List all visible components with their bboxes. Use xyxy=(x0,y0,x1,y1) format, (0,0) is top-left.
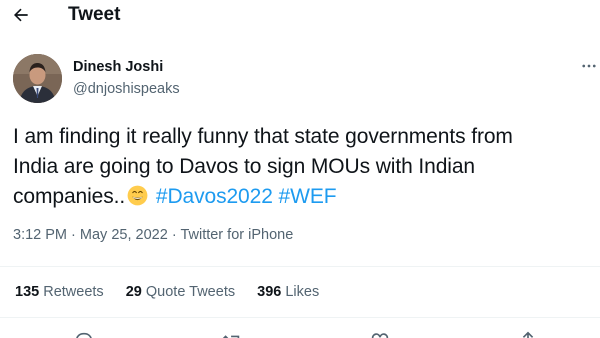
retweets-label: Retweets xyxy=(43,284,104,300)
reply-button[interactable] xyxy=(73,330,95,338)
quote-tweets-label: Quote Tweets xyxy=(145,284,236,300)
meta-separator: · xyxy=(71,227,76,243)
divider xyxy=(0,266,600,267)
like-button[interactable] xyxy=(369,330,391,338)
like-icon xyxy=(371,333,389,338)
hashtag-link[interactable]: #Davos2022 xyxy=(156,185,273,208)
arrow-left-icon xyxy=(14,8,28,22)
retweets-count: 135 xyxy=(15,284,40,300)
likes-label: Likes xyxy=(285,284,320,300)
tweet-time[interactable]: 3:12 PM xyxy=(13,227,67,243)
tweet-text-line: India are going to Davos to sign MOUs wi… xyxy=(13,155,476,178)
likes-stat[interactable]: 396 Likes xyxy=(257,284,319,300)
tweet-page: Tweet Dinesh Joshi @dnjoshispeaks I am f… xyxy=(0,0,600,338)
tweet-text: I am finding it really funny that state … xyxy=(13,122,598,212)
retweets-stat[interactable]: 135 Retweets xyxy=(15,284,104,300)
quote-tweets-stat[interactable]: 29 Quote Tweets xyxy=(126,284,235,300)
tweet-meta: 3:12 PM · May 25, 2022 · Twitter for iPh… xyxy=(13,227,293,243)
more-options-button[interactable] xyxy=(578,55,600,77)
tweet-date[interactable]: May 25, 2022 xyxy=(80,227,168,243)
grinning-face-emoji xyxy=(127,185,148,206)
tweet-text-line: companies.. #Davos2022 #WEF xyxy=(13,182,598,212)
tweet-text-line: I am finding it really funny that state … xyxy=(13,125,513,148)
retweet-icon xyxy=(222,335,240,338)
action-bar xyxy=(0,326,600,338)
avatar[interactable] xyxy=(13,54,62,103)
meta-separator: · xyxy=(171,227,177,243)
author-handle[interactable]: @dnjoshispeaks xyxy=(73,81,180,97)
share-button[interactable] xyxy=(517,330,539,338)
likes-count: 396 xyxy=(257,284,282,300)
tweet-stats: 135 Retweets 29 Quote Tweets 396 Likes xyxy=(15,284,337,300)
divider xyxy=(0,317,600,318)
retweet-button[interactable] xyxy=(221,330,243,338)
more-horizontal-icon xyxy=(582,64,596,68)
back-button[interactable] xyxy=(8,2,34,28)
reply-icon xyxy=(76,332,92,338)
tweet-text-segment: companies.. xyxy=(13,185,126,208)
quote-tweets-count: 29 xyxy=(125,284,142,300)
profile-photo xyxy=(13,54,62,103)
tweet-source[interactable]: Twitter for iPhone xyxy=(180,227,293,243)
page-title: Tweet xyxy=(68,4,121,25)
header: Tweet xyxy=(0,0,600,34)
share-icon xyxy=(522,331,534,338)
hashtag-link[interactable]: #WEF xyxy=(279,185,337,208)
author-display-name[interactable]: Dinesh Joshi xyxy=(73,59,163,75)
